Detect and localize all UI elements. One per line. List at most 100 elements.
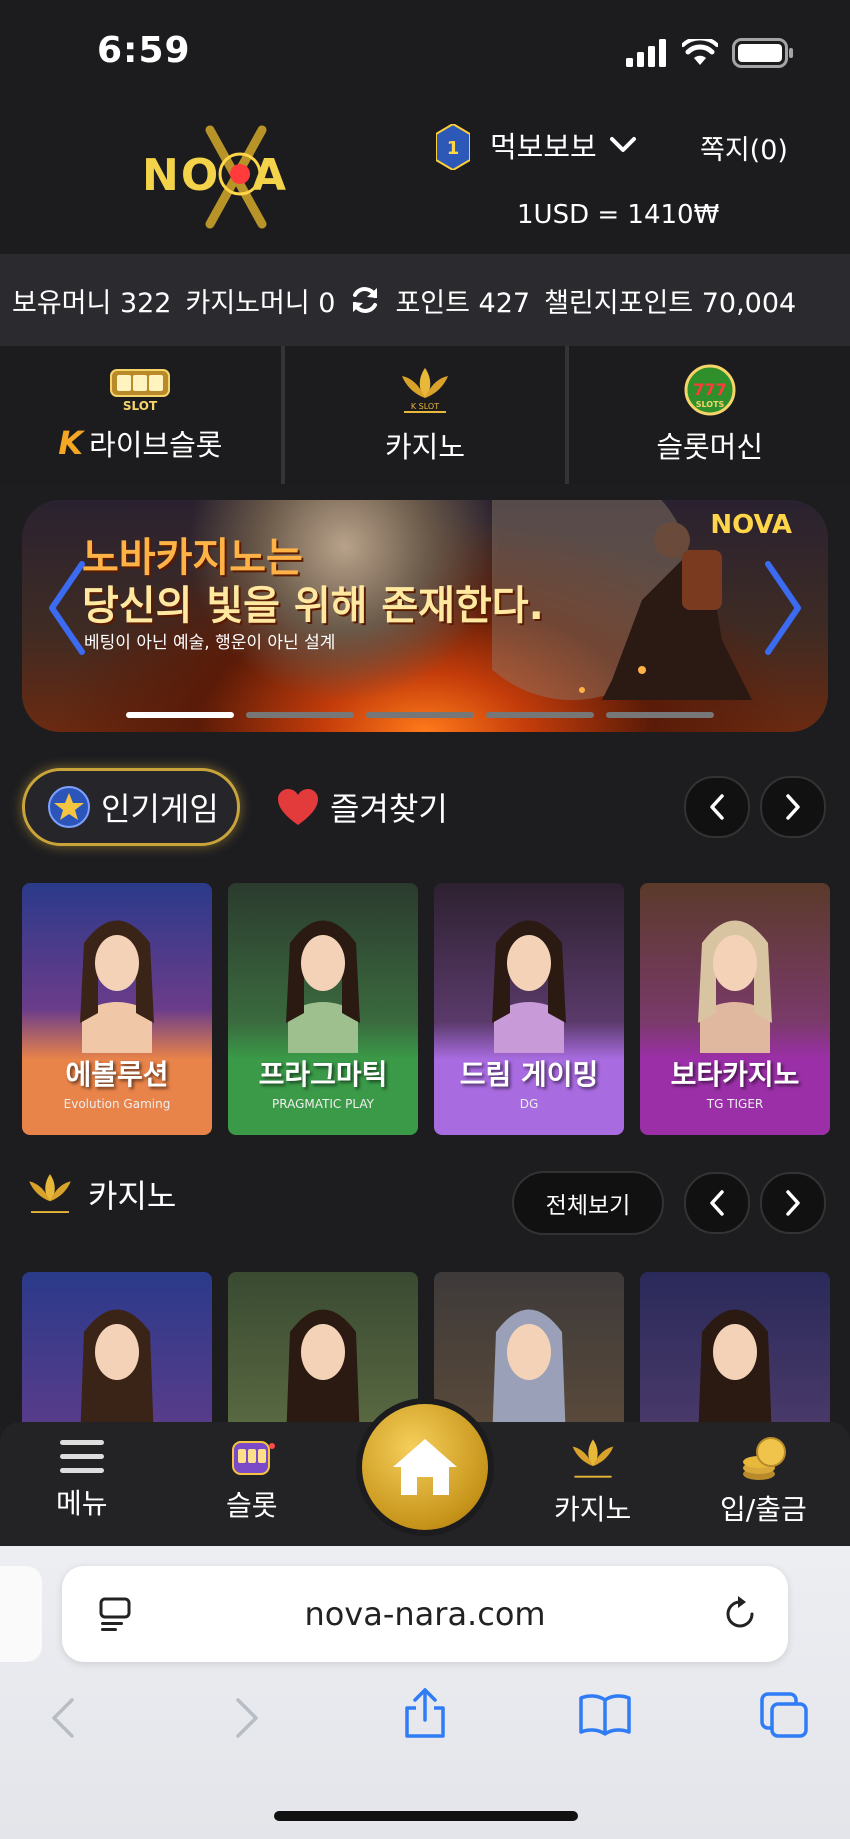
chevron-right-icon bbox=[786, 794, 800, 820]
hamburger-menu-icon bbox=[59, 1440, 104, 1473]
nav-menu[interactable]: 메뉴 bbox=[56, 1436, 108, 1522]
cash-balance: 보유머니 322 bbox=[12, 287, 172, 319]
tab-slot-machine-label: 슬롯머신 bbox=[656, 430, 764, 464]
banner-prev-arrow[interactable] bbox=[46, 558, 86, 658]
heart-icon bbox=[278, 789, 318, 825]
tab-popular-games[interactable]: 인기게임 bbox=[22, 768, 240, 846]
game-hostess-image bbox=[80, 920, 154, 1053]
game-card-pragmatic[interactable]: 프라그마틱 PRAGMATIC PLAY bbox=[228, 883, 418, 1135]
nav-casino-label: 카지노 bbox=[554, 1493, 632, 1526]
banner-headline: 노바카지노는 당신의 빛을 위해 존재한다. bbox=[82, 534, 544, 630]
nav-deposit-withdraw[interactable]: 입/출금 bbox=[720, 1436, 807, 1528]
slot-machine-icon bbox=[231, 1441, 275, 1475]
casino-prev-button[interactable] bbox=[684, 1172, 750, 1234]
rank-badge: 1 bbox=[435, 122, 471, 174]
view-all-button[interactable]: 전체보기 bbox=[512, 1171, 664, 1235]
message-link[interactable]: 쪽지(0) bbox=[700, 128, 788, 167]
game-hostess-image bbox=[80, 1309, 154, 1432]
status-icons bbox=[626, 38, 794, 68]
home-button-face bbox=[362, 1404, 488, 1530]
kslot-lotus-icon bbox=[29, 1174, 71, 1213]
tabs-icon[interactable] bbox=[758, 1690, 810, 1740]
tab-casino[interactable]: K SLOT 카지노 bbox=[285, 346, 570, 484]
user-name: 먹보보보 bbox=[490, 130, 597, 164]
banner-next-arrow[interactable] bbox=[764, 558, 804, 658]
user-menu[interactable]: 먹보보보 bbox=[490, 124, 637, 166]
status-bar: 6:59 bbox=[0, 0, 850, 104]
live-slot-icon: SLOT bbox=[110, 369, 171, 413]
share-icon[interactable] bbox=[402, 1686, 448, 1740]
banner-logo: NOVA bbox=[710, 510, 792, 540]
casino-card[interactable] bbox=[640, 1272, 830, 1432]
tab-popular-label: 인기게임 bbox=[101, 790, 219, 828]
back-icon[interactable] bbox=[50, 1696, 76, 1740]
banner-dot[interactable] bbox=[366, 712, 474, 718]
casino-card[interactable] bbox=[434, 1272, 624, 1432]
previous-tab-peek[interactable] bbox=[0, 1566, 42, 1662]
nav-slot-label: 슬롯 bbox=[226, 1489, 278, 1522]
popular-next-button[interactable] bbox=[760, 776, 826, 838]
game-title: 프라그마틱 bbox=[258, 1058, 388, 1091]
banner-dot[interactable] bbox=[126, 712, 234, 718]
nav-slot[interactable]: 슬롯 bbox=[226, 1436, 278, 1524]
game-provider: Evolution Gaming bbox=[63, 1097, 171, 1111]
game-hostess-image bbox=[286, 1309, 360, 1432]
svg-text:A: A bbox=[252, 150, 286, 201]
refresh-icon[interactable] bbox=[349, 284, 381, 316]
banner-subline: 베팅이 아닌 예술, 행운이 아닌 설계 bbox=[84, 633, 336, 653]
points-balance: 포인트 427 bbox=[395, 287, 531, 319]
popular-prev-button[interactable] bbox=[684, 776, 750, 838]
exchange-rate: 1USD = 1410₩ bbox=[517, 200, 720, 230]
banner-dot[interactable] bbox=[486, 712, 594, 718]
reload-icon[interactable] bbox=[722, 1594, 758, 1632]
tab-live-slot[interactable]: SLOT K 라이브슬롯 bbox=[0, 346, 285, 484]
game-card-evolution[interactable]: 에볼루션 Evolution Gaming bbox=[22, 883, 212, 1135]
tab-favorites[interactable]: 즐겨찾기 bbox=[276, 768, 448, 846]
casino-next-button[interactable] bbox=[760, 1172, 826, 1234]
kslot-lotus-icon: K SLOT bbox=[402, 368, 448, 413]
forward-icon[interactable] bbox=[234, 1696, 260, 1740]
nova-logo[interactable]: NO A bbox=[140, 122, 325, 232]
svg-text:SLOT: SLOT bbox=[123, 399, 158, 413]
casino-balance: 카지노머니 0 bbox=[185, 287, 336, 319]
banner-headline-line1: 노바카지노는 bbox=[82, 535, 303, 581]
k-brand-mark: K bbox=[58, 424, 84, 462]
nav-deposit-label: 입/출금 bbox=[720, 1493, 807, 1526]
chevron-left-icon bbox=[710, 1190, 724, 1216]
game-title: 에볼루션 bbox=[65, 1058, 169, 1091]
signal-icon bbox=[626, 39, 666, 67]
nav-casino[interactable]: 카지노 bbox=[554, 1436, 631, 1528]
svg-text:777: 777 bbox=[693, 380, 726, 399]
wifi-icon bbox=[682, 39, 718, 65]
game-hostess-image bbox=[286, 920, 360, 1053]
game-card-dream-gaming[interactable]: 드림 게이밍 DG bbox=[434, 883, 624, 1135]
status-time: 6:59 bbox=[97, 30, 191, 71]
banner-dot[interactable] bbox=[606, 712, 714, 718]
game-hostess-image bbox=[698, 920, 772, 1053]
nav-menu-label: 메뉴 bbox=[56, 1487, 108, 1520]
game-title: 보타카지노 bbox=[670, 1058, 800, 1091]
chevron-down-icon bbox=[609, 137, 636, 152]
game-provider: TG TIGER bbox=[706, 1097, 764, 1111]
site-header: NO A 1 먹보보보 쪽지(0) 1USD = 1410₩ bbox=[0, 104, 850, 254]
address-bar[interactable]: nova-nara.com bbox=[62, 1566, 788, 1662]
svg-text:K SLOT: K SLOT bbox=[411, 402, 439, 411]
page-menu-icon[interactable] bbox=[98, 1596, 132, 1632]
popular-games-row: 에볼루션 Evolution Gaming 프라그마틱 PRAGMATIC PL… bbox=[22, 883, 830, 1135]
bookmarks-icon[interactable] bbox=[578, 1692, 632, 1736]
banner-dot[interactable] bbox=[246, 712, 354, 718]
svg-text:NO: NO bbox=[142, 150, 220, 201]
home-button[interactable] bbox=[356, 1398, 494, 1536]
svg-text:SLOTS: SLOTS bbox=[695, 400, 724, 409]
casino-card[interactable] bbox=[22, 1272, 212, 1432]
game-provider: PRAGMATIC PLAY bbox=[272, 1097, 374, 1111]
promo-banner[interactable]: NOVA 노바카지노는 당신의 빛을 위해 존재한다. 베팅이 아닌 예술, 행… bbox=[22, 500, 828, 732]
tab-slot-machine[interactable]: 777 SLOTS 슬롯머신 bbox=[569, 346, 850, 484]
casino-carousel-nav bbox=[684, 1172, 826, 1234]
game-card-bota-casino[interactable]: 보타카지노 TG TIGER bbox=[640, 883, 830, 1135]
tab-casino-label: 카지노 bbox=[384, 430, 466, 464]
chevron-right-icon bbox=[786, 1190, 800, 1216]
battery-icon bbox=[732, 38, 793, 68]
banner-headline-line2: 당신의 빛을 위해 존재한다. bbox=[82, 583, 544, 629]
game-provider: DG bbox=[519, 1097, 539, 1111]
